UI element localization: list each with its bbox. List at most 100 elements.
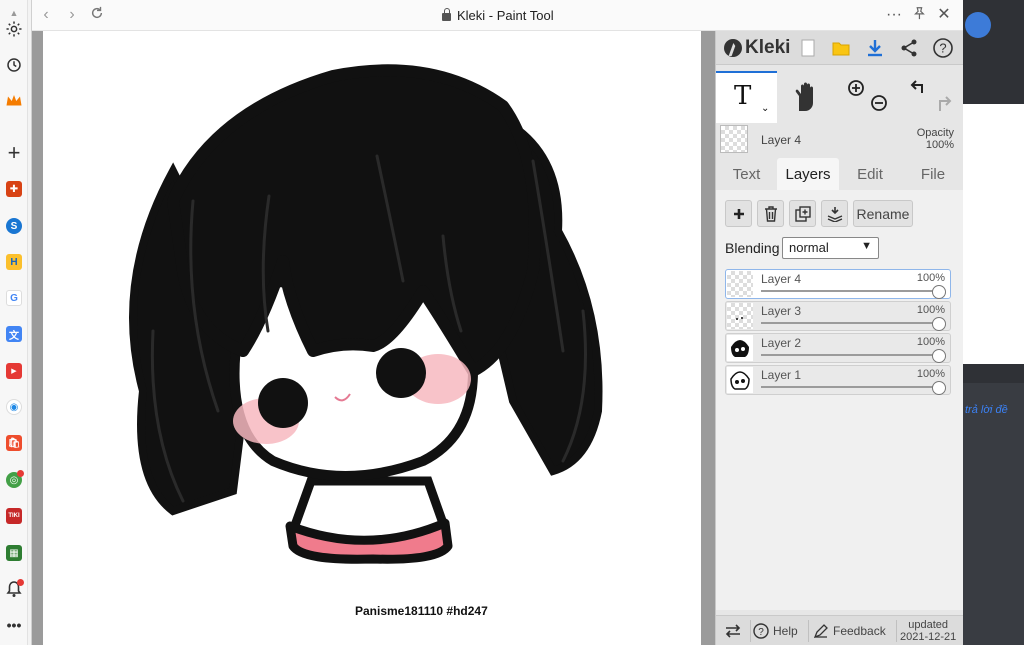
layer-opacity-slider[interactable]: [761, 354, 939, 356]
canvas-area: Panisme181110 #hd247: [32, 31, 715, 645]
add-layer-button[interactable]: [725, 200, 752, 227]
svg-text:?: ?: [939, 41, 946, 56]
rename-layer-button[interactable]: Rename: [853, 200, 913, 227]
current-layer-info: Layer 4 Opacity 100%: [716, 123, 965, 155]
help-button[interactable]: ? Help: [753, 616, 798, 645]
more-options-icon[interactable]: ···: [885, 6, 903, 24]
tab-file[interactable]: File: [901, 158, 965, 190]
kleki-panel-window: ‹ › Kleki - Paint Tool ··· ✕ Panisme1811…: [31, 0, 965, 645]
close-icon[interactable]: ✕: [935, 6, 953, 24]
window-title-text: Kleki - Paint Tool: [457, 8, 554, 23]
layer-row[interactable]: Layer 1 100%: [725, 365, 951, 395]
merge-down-icon: [827, 206, 842, 222]
delete-layer-button[interactable]: [757, 200, 784, 227]
sheets-icon[interactable]: ▦: [3, 542, 25, 564]
download-icon[interactable]: [865, 38, 885, 58]
background-bell-icon[interactable]: [965, 12, 991, 38]
layer-thumbnail: [727, 367, 753, 393]
h-app-icon[interactable]: H: [3, 251, 25, 273]
tab-layers[interactable]: Layers: [777, 158, 839, 190]
settings-icon[interactable]: [3, 18, 25, 40]
toolbar: T ⌄: [716, 71, 965, 123]
shield-site-icon[interactable]: ✚: [3, 178, 25, 200]
layer-opacity: 100%: [916, 304, 945, 316]
notification-bell-icon[interactable]: [3, 578, 25, 600]
open-folder-icon[interactable]: [831, 38, 851, 58]
share-icon[interactable]: [899, 38, 919, 58]
hand-tool-icon[interactable]: [790, 81, 822, 113]
layer-name: Layer 2: [761, 336, 802, 350]
shopee-icon[interactable]: 🛍: [3, 432, 25, 454]
layer-row[interactable]: Layer 2 100%: [725, 333, 951, 363]
background-page: trả lời đề: [963, 0, 1024, 645]
google-icon[interactable]: G: [3, 287, 25, 309]
undo-redo-controls: [906, 79, 956, 115]
kleki-footer: ? Help Feedback updated 2021-12-21: [716, 615, 965, 645]
refresh-icon[interactable]: [88, 6, 106, 24]
duplicate-layer-button[interactable]: [789, 200, 816, 227]
updated-info: updated 2021-12-21: [900, 616, 956, 645]
text-tool-button[interactable]: T ⌄: [716, 71, 777, 123]
layer-opacity-slider-knob[interactable]: [932, 285, 946, 299]
current-layer-thumbnail: [720, 125, 748, 153]
background-reply-link[interactable]: trả lời đề: [965, 404, 1008, 416]
lock-icon: [442, 8, 451, 21]
history-icon[interactable]: [3, 54, 25, 76]
blending-value: normal: [789, 240, 829, 255]
zoom-controls: [846, 79, 896, 115]
layers-tab-content: Rename Blending normal ▼ Layer 4 100% Laye…: [716, 190, 965, 610]
tab-edit[interactable]: Edit: [839, 158, 901, 190]
trash-icon: [764, 205, 777, 222]
blue-app-icon[interactable]: S: [3, 215, 25, 237]
crown-icon[interactable]: [3, 90, 25, 112]
blending-label: Blending: [725, 240, 780, 256]
layer-opacity-slider[interactable]: [761, 386, 939, 388]
current-layer-name: Layer 4: [761, 133, 802, 147]
layer-opacity: 100%: [916, 336, 945, 348]
kleki-logo[interactable]: Kleki: [724, 37, 790, 59]
kleki-logo-mark: [724, 39, 742, 57]
add-icon[interactable]: +: [3, 140, 25, 165]
feedback-button[interactable]: Feedback: [814, 616, 886, 645]
undo-redo-icon[interactable]: [906, 79, 956, 115]
swap-side-icon[interactable]: [724, 616, 742, 645]
layer-opacity-slider[interactable]: [761, 290, 939, 292]
youtube-icon[interactable]: ▶: [3, 360, 25, 382]
layer-opacity-slider[interactable]: [761, 322, 939, 324]
updated-date: 2021-12-21: [900, 631, 957, 643]
tiki-icon[interactable]: TIKI: [3, 505, 25, 527]
help-circle-icon[interactable]: ?: [933, 38, 953, 58]
plus-icon: [733, 208, 744, 219]
drawing-canvas[interactable]: Panisme181110 #hd247: [43, 31, 701, 645]
zoom-in-out-icon[interactable]: [846, 79, 896, 115]
kleki-side-panel: Kleki ? T ⌄ Layer 4 Opacity 100% Text La…: [715, 31, 965, 645]
browser-sidebar: ▲ + ✚ S H G 文 ▶ ◉ 🛍 ◎ TIKI ▦ •••: [0, 0, 28, 645]
translate-icon[interactable]: 文: [3, 323, 25, 345]
more-icon[interactable]: •••: [3, 614, 25, 636]
window-title: Kleki - Paint Tool: [442, 8, 554, 23]
blending-select[interactable]: normal ▼: [782, 237, 879, 259]
forward-icon[interactable]: ›: [63, 6, 81, 24]
cloud-app-icon[interactable]: ◉: [3, 396, 25, 418]
merge-down-button[interactable]: [821, 200, 848, 227]
layer-name: Layer 4: [761, 272, 802, 286]
svg-text:?: ?: [758, 627, 764, 638]
layer-row[interactable]: Layer 3 100%: [725, 301, 951, 331]
current-layer-opacity: Opacity 100%: [917, 127, 954, 151]
pin-icon[interactable]: [910, 6, 928, 24]
layer-row[interactable]: Layer 4 100%: [725, 269, 951, 299]
layer-opacity-slider-knob[interactable]: [932, 349, 946, 363]
green-app-icon[interactable]: ◎: [3, 469, 25, 491]
layer-opacity-slider-knob[interactable]: [932, 381, 946, 395]
layer-opacity-slider-knob[interactable]: [932, 317, 946, 331]
updated-label: updated: [908, 619, 949, 631]
layer-thumbnail: [727, 303, 753, 329]
tool-dropdown-chevron-icon[interactable]: ⌄: [761, 103, 769, 114]
layer-opacity: 100%: [916, 272, 945, 284]
background-header: [963, 0, 1024, 104]
tab-text[interactable]: Text: [716, 158, 777, 190]
back-icon[interactable]: ‹: [37, 6, 55, 24]
panel-tabs: Text Layers Edit File: [716, 158, 965, 190]
feedback-icon: [814, 624, 828, 638]
new-file-icon[interactable]: [798, 38, 818, 58]
